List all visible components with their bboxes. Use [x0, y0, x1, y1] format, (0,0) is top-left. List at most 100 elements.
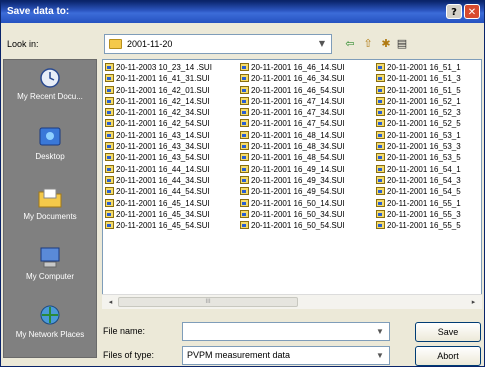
place-label: My Recent Docu... — [17, 92, 83, 101]
place-my-documents[interactable]: My Documents — [4, 184, 96, 244]
file-item[interactable]: 20-11-2001 16_50_54.SUI — [240, 220, 378, 231]
file-name-text: 20-11-2001 16_43_54.SUI — [116, 153, 210, 163]
file-name-text: 20-11-2001 16_53_5 — [387, 153, 461, 163]
sui-file-icon — [376, 74, 385, 83]
network-places-icon — [36, 304, 64, 328]
file-name-text: 20-11-2001 16_51_5 — [387, 85, 461, 95]
sui-file-icon — [105, 85, 114, 94]
file-item[interactable]: 20-11-2001 16_51_5 — [376, 85, 481, 96]
chevron-down-icon[interactable]: ▼ — [373, 325, 387, 338]
file-item[interactable]: 20-11-2001 16_42_14.SUI — [105, 96, 243, 107]
sui-file-icon — [105, 153, 114, 162]
file-item[interactable]: 20-11-2001 16_42_01.SUI — [105, 85, 243, 96]
file-name-text: 20-11-2001 16_46_54.SUI — [251, 85, 345, 95]
file-item[interactable]: 20-11-2001 16_47_54.SUI — [240, 118, 378, 129]
file-name-text: 20-11-2001 16_42_34.SUI — [116, 108, 210, 118]
file-item[interactable]: 20-11-2001 16_45_14.SUI — [105, 198, 243, 209]
horizontal-scrollbar[interactable]: ◂ III ▸ — [102, 294, 482, 309]
file-item[interactable]: 20-11-2001 16_51_3 — [376, 73, 481, 84]
file-item[interactable]: 20-11-2001 16_45_54.SUI — [105, 220, 243, 231]
place-network[interactable]: My Network Places — [4, 302, 96, 362]
file-item[interactable]: 20-11-2001 16_47_34.SUI — [240, 107, 378, 118]
file-item[interactable]: 20-11-2001 16_52_1 — [376, 96, 481, 107]
file-item[interactable]: 20-11-2001 16_42_34.SUI — [105, 107, 243, 118]
sui-file-icon — [376, 108, 385, 117]
sui-file-icon — [105, 108, 114, 117]
file-list[interactable]: 20-11-2003 10_23_14 .SUI 20-11-2001 16_41… — [102, 59, 482, 309]
file-name-text: 20-11-2001 16_49_54.SUI — [251, 187, 345, 197]
file-item[interactable]: 20-11-2001 16_52_3 — [376, 107, 481, 118]
look-in-dropdown[interactable]: 2001-11-20 ▼ — [104, 34, 332, 54]
place-recent[interactable]: My Recent Docu... — [4, 64, 96, 124]
file-item[interactable]: 20-11-2001 16_46_14.SUI — [240, 62, 378, 73]
scroll-right-icon[interactable]: ▸ — [467, 296, 480, 308]
new-folder-icon[interactable]: ✱ — [379, 37, 393, 51]
file-item[interactable]: 20-11-2001 16_42_54.SUI — [105, 118, 243, 129]
back-icon[interactable]: ⇦ — [343, 37, 357, 51]
file-item[interactable]: 20-11-2001 16_49_34.SUI — [240, 175, 378, 186]
place-my-computer[interactable]: My Computer — [4, 244, 96, 304]
file-item[interactable]: 20-11-2001 16_55_5 — [376, 220, 481, 231]
file-item[interactable]: 20-11-2001 16_45_34.SUI — [105, 209, 243, 220]
sui-file-icon — [240, 198, 249, 207]
file-name-text: 20-11-2001 16_45_14.SUI — [116, 198, 210, 208]
sui-file-icon — [240, 63, 249, 71]
file-item[interactable]: 20-11-2001 16_48_14.SUI — [240, 130, 378, 141]
file-item[interactable]: 20-11-2001 16_51_1 — [376, 62, 481, 73]
file-name-text: 20-11-2001 16_42_54.SUI — [116, 119, 210, 129]
file-item[interactable]: 20-11-2001 16_52_5 — [376, 118, 481, 129]
file-type-select[interactable]: PVPM measurement data ▼ — [182, 346, 390, 365]
file-name-text: 20-11-2001 16_44_14.SUI — [116, 164, 210, 174]
file-item[interactable]: 20-11-2001 16_50_34.SUI — [240, 209, 378, 220]
abort-button[interactable]: Abort — [415, 346, 481, 366]
file-name-text: 20-11-2001 16_55_3 — [387, 209, 461, 219]
sui-file-icon — [240, 175, 249, 184]
file-item[interactable]: 20-11-2001 16_46_34.SUI — [240, 73, 378, 84]
file-item[interactable]: 20-11-2001 16_48_34.SUI — [240, 141, 378, 152]
up-folder-icon[interactable]: ⇧ — [361, 37, 375, 51]
file-item[interactable]: 20-11-2001 16_41_31.SUI — [105, 73, 243, 84]
file-item[interactable]: 20-11-2001 16_49_54.SUI — [240, 186, 378, 197]
file-item[interactable]: 20-11-2001 16_44_34.SUI — [105, 175, 243, 186]
file-name-text: 20-11-2001 16_48_54.SUI — [251, 153, 345, 163]
file-name-text: 20-11-2001 16_50_14.SUI — [251, 198, 345, 208]
file-item[interactable]: 20-11-2001 16_47_14.SUI — [240, 96, 378, 107]
help-button[interactable]: ? — [446, 4, 462, 19]
file-item[interactable]: 20-11-2003 10_23_14 .SUI — [105, 62, 243, 73]
file-item[interactable]: 20-11-2001 16_43_54.SUI — [105, 152, 243, 163]
sui-file-icon — [376, 130, 385, 139]
file-item[interactable]: 20-11-2001 16_46_54.SUI — [240, 85, 378, 96]
file-item[interactable]: 20-11-2001 16_55_1 — [376, 198, 481, 209]
chevron-down-icon[interactable]: ▼ — [373, 349, 387, 362]
sui-file-icon — [376, 164, 385, 173]
file-item[interactable]: 20-11-2001 16_50_14.SUI — [240, 198, 378, 209]
file-item[interactable]: 20-11-2001 16_54_3 — [376, 175, 481, 186]
file-name-text: 20-11-2001 16_50_54.SUI — [251, 221, 345, 231]
sui-file-icon — [105, 175, 114, 184]
close-button[interactable]: ✕ — [464, 4, 480, 19]
file-name-text: 20-11-2001 16_54_1 — [387, 164, 461, 174]
views-menu-icon[interactable]: ▤ — [395, 37, 409, 51]
file-name-text: 20-11-2001 16_55_1 — [387, 198, 461, 208]
file-item[interactable]: 20-11-2001 16_53_5 — [376, 152, 481, 163]
file-item[interactable]: 20-11-2001 16_48_54.SUI — [240, 152, 378, 163]
file-item[interactable]: 20-11-2001 16_54_1 — [376, 164, 481, 175]
file-name-input[interactable]: ▼ — [182, 322, 390, 341]
file-item[interactable]: 20-11-2001 16_53_1 — [376, 130, 481, 141]
file-item[interactable]: 20-11-2001 16_43_14.SUI — [105, 130, 243, 141]
scroll-thumb[interactable]: III — [118, 297, 298, 307]
title-bar[interactable]: Save data to: ? ✕ — [1, 1, 484, 23]
file-item[interactable]: 20-11-2001 16_43_34.SUI — [105, 141, 243, 152]
file-item[interactable]: 20-11-2001 16_54_5 — [376, 186, 481, 197]
sui-file-icon — [105, 221, 114, 230]
file-item[interactable]: 20-11-2001 16_55_3 — [376, 209, 481, 220]
scroll-left-icon[interactable]: ◂ — [104, 296, 117, 308]
chevron-down-icon[interactable]: ▼ — [315, 37, 329, 51]
file-item[interactable]: 20-11-2001 16_44_14.SUI — [105, 164, 243, 175]
file-item[interactable]: 20-11-2001 16_53_3 — [376, 141, 481, 152]
file-item[interactable]: 20-11-2001 16_49_14.SUI — [240, 164, 378, 175]
file-name-text: 20-11-2001 16_44_34.SUI — [116, 175, 210, 185]
file-item[interactable]: 20-11-2001 16_44_54.SUI — [105, 186, 243, 197]
save-button[interactable]: Save — [415, 322, 481, 342]
place-desktop[interactable]: Desktop — [4, 124, 96, 184]
